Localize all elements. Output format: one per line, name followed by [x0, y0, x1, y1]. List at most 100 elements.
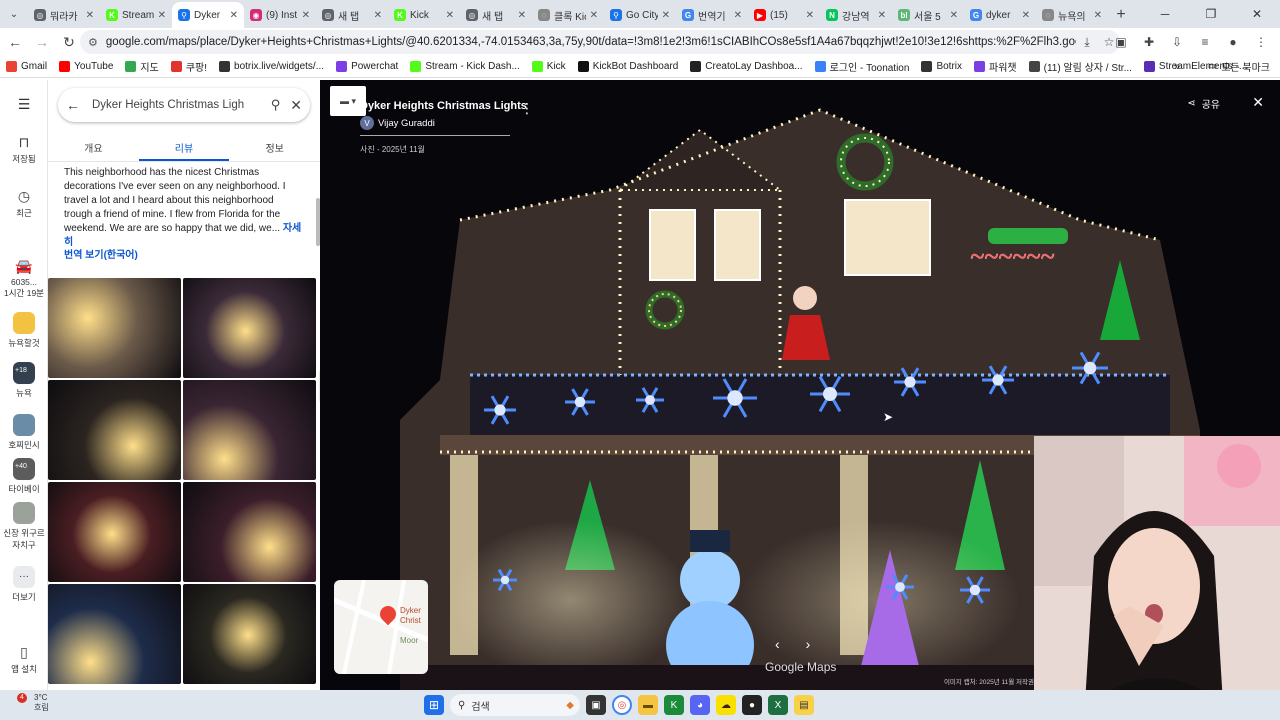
search-icon[interactable]: ⚲ — [271, 97, 281, 113]
photo-thumbnail[interactable] — [48, 278, 181, 378]
bookmark-item[interactable]: KickBot Dashboard — [577, 61, 678, 72]
tab-close-icon[interactable]: ✕ — [446, 10, 454, 21]
photo-menu-icon[interactable]: ⋮ — [520, 100, 534, 117]
install-app-button[interactable]: ▯ 앱 설치 — [0, 644, 48, 675]
tab-close-icon[interactable]: ✕ — [1094, 10, 1102, 21]
author-avatar[interactable]: V — [360, 116, 374, 130]
bookmark-item[interactable]: Kick — [531, 61, 566, 72]
recent-button[interactable]: ◷ 최근 — [0, 188, 48, 219]
sticky-notes-icon[interactable]: ▤ — [794, 695, 814, 715]
saved-list-item[interactable]: 신장 위구르 자치구 — [0, 502, 48, 551]
kakaotalk-icon[interactable]: ☁ — [716, 695, 736, 715]
saved-button[interactable]: ⊓ 저장됨 — [0, 134, 48, 165]
discord-icon[interactable]: ◕ — [690, 695, 710, 715]
profile-avatar[interactable]: ● — [1222, 30, 1244, 54]
browser-tab[interactable]: ⚲ Dyker ✕ — [172, 2, 244, 28]
bookmark-item[interactable]: Stream - Kick Dash... — [410, 61, 520, 72]
download-icon[interactable]: ⇩ — [1166, 30, 1188, 54]
bookmark-item[interactable]: 쿠팡! — [170, 59, 207, 74]
restore-button[interactable]: ❐ — [1188, 0, 1234, 28]
browser-tab[interactable]: K Stream ✕ — [100, 2, 172, 28]
chrome-icon[interactable]: ◎ — [612, 695, 632, 715]
browser-tab[interactable]: ▶ (15) ✕ — [748, 2, 820, 28]
bookmark-item[interactable]: 지도 — [125, 59, 159, 74]
tab-search-dropdown-icon[interactable]: ⌄ — [0, 0, 28, 28]
search-box[interactable]: ← Dyker Heights Christmas Ligh ⚲ ✕ — [58, 88, 310, 122]
browser-tab[interactable]: ◎ 뭐라카 ✕ — [28, 2, 100, 28]
tab-close-icon[interactable]: ✕ — [302, 10, 310, 21]
bookmarks-overflow-icon[interactable]: » — [1174, 61, 1180, 73]
share-button[interactable]: ⋖ 공유 — [1187, 96, 1220, 111]
next-photo-icon[interactable]: › — [806, 636, 811, 652]
photo-thumbnail[interactable] — [48, 584, 181, 684]
prev-photo-icon[interactable]: ‹ — [775, 636, 780, 652]
browser-tab[interactable]: K Kick ✕ — [388, 2, 460, 28]
tab-close-icon[interactable]: ✕ — [86, 10, 94, 21]
tab-overview[interactable]: 개요 — [48, 136, 139, 161]
browser-tab[interactable]: ◌ 뉴욕의 ✕ — [1036, 2, 1108, 28]
back-icon[interactable]: ← — [3, 30, 27, 54]
saved-list-item[interactable]: 호찌민시 — [0, 414, 48, 451]
tab-close-icon[interactable]: ✕ — [230, 10, 238, 21]
saved-list-item[interactable]: +40 타이베이 — [0, 458, 48, 495]
puzzle-icon[interactable]: ✚ — [1138, 30, 1160, 54]
browser-tab[interactable]: ◉ (9) Inst ✕ — [244, 2, 316, 28]
new-tab-button[interactable]: + — [1108, 2, 1134, 28]
browser-tab[interactable]: G 번역기 ✕ — [676, 2, 748, 28]
tab-reviews[interactable]: 리뷰 — [138, 136, 230, 161]
install-app-icon[interactable]: ⤓ — [1076, 35, 1098, 50]
minimap[interactable]: Dyker Christ Moor — [334, 580, 428, 674]
task-view-icon[interactable]: ▣ — [586, 695, 606, 715]
excel-icon[interactable]: X — [768, 695, 788, 715]
saved-list-item[interactable]: +18 뉴욕 — [0, 362, 48, 399]
translate-link[interactable]: 번역 보기(한국어) — [64, 246, 138, 261]
forward-icon[interactable]: → — [30, 30, 54, 54]
bookmark-item[interactable]: (11) 알림 상자 / Str... — [1028, 59, 1132, 74]
close-window-button[interactable]: ✕ — [1234, 0, 1280, 28]
photo-thumbnail[interactable] — [183, 278, 316, 378]
bookmark-item[interactable]: Gmail — [6, 61, 47, 72]
bookmark-item[interactable]: CreatoLay Dashboa... — [690, 61, 803, 72]
search-input[interactable]: Dyker Heights Christmas Ligh — [92, 99, 261, 111]
omnibox[interactable]: ⚙ google.com/maps/place/Dyker+Heights+Ch… — [80, 30, 1120, 54]
bookmark-item[interactable]: 로그인 - Toonation — [814, 59, 909, 74]
minimize-button[interactable]: ─ — [1142, 0, 1188, 28]
clear-search-icon[interactable]: ✕ — [290, 97, 302, 114]
tab-close-icon[interactable]: ✕ — [662, 10, 670, 21]
file-explorer-icon[interactable]: ▬ — [638, 695, 658, 715]
url-text[interactable]: google.com/maps/place/Dyker+Heights+Chri… — [106, 36, 1076, 48]
obs-icon[interactable]: ● — [742, 695, 762, 715]
windows-start-icon[interactable]: ⊞ — [424, 695, 444, 715]
tab-close-icon[interactable]: ✕ — [518, 10, 526, 21]
photo-author[interactable]: V Vijay Guraddi — [360, 116, 527, 130]
kebab-menu-icon[interactable]: ⋮ — [1250, 30, 1272, 54]
author-name[interactable]: Vijay Guraddi — [378, 118, 435, 129]
saved-list-item[interactable]: 뉴욕할것 — [0, 312, 48, 349]
menu-icon[interactable]: ☰ — [0, 96, 48, 113]
tab-close-icon[interactable]: ✕ — [374, 10, 382, 21]
more-button[interactable]: ··· 더보기 — [0, 566, 48, 603]
tab-about[interactable]: 정보 — [229, 136, 320, 161]
browser-tab[interactable]: ⚲ Go City ✕ — [604, 2, 676, 28]
photo-thumbnail[interactable] — [183, 380, 316, 480]
tab-close-icon[interactable]: ✕ — [590, 10, 598, 21]
browser-tab[interactable]: ◎ 새 탭 ✕ — [316, 2, 388, 28]
back-arrow-icon[interactable]: ← — [66, 97, 80, 113]
bookmark-item[interactable]: YouTube — [59, 61, 113, 72]
bookmark-item[interactable]: 파워챗 — [974, 59, 1017, 74]
media-icon[interactable]: ≡ — [1194, 30, 1216, 54]
photo-thumbnail[interactable] — [183, 584, 316, 684]
tab-close-icon[interactable]: ✕ — [878, 10, 886, 21]
photo-thumbnail[interactable] — [183, 482, 316, 582]
bookmark-item[interactable]: Powerchat — [336, 61, 398, 72]
tab-close-icon[interactable]: ✕ — [734, 10, 742, 21]
browser-tab[interactable]: ◎ 새 탭 ✕ — [460, 2, 532, 28]
taskbar-search[interactable]: ⚲ 검색 ◆ — [450, 694, 580, 716]
weather-widget[interactable]: 4 3°C 흐림 — [17, 693, 49, 713]
kick-app-icon[interactable]: K — [664, 695, 684, 715]
browser-tab[interactable]: Gdyker ✕ — [964, 2, 1036, 28]
reload-icon[interactable]: ↻ — [57, 30, 81, 54]
site-info-icon[interactable]: ⚙ — [88, 36, 98, 49]
extension-icon[interactable]: ▣ — [1110, 30, 1132, 54]
all-bookmarks-button[interactable]: ▭ 모든 북마크 — [1208, 59, 1270, 74]
